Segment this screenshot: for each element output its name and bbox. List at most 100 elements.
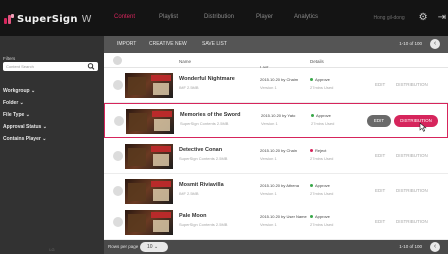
content-thumbnail[interactable] <box>125 210 173 235</box>
distribution-button[interactable]: DISTRIBUTION <box>394 115 438 127</box>
search-input[interactable]: Content Search <box>3 62 98 71</box>
content-thumbnail[interactable] <box>125 73 173 98</box>
filter-sidebar: Filters Content Search Workgroup ⌄ Folde… <box>0 36 104 254</box>
content-name[interactable]: Wonderful Nightmare <box>179 76 235 82</box>
status-detail: 27mins Used <box>310 85 334 90</box>
row-checkbox[interactable] <box>113 151 123 161</box>
column-header-name[interactable]: Name <box>179 59 191 64</box>
status-dot-icon <box>311 114 314 118</box>
version-label: Version 1 <box>260 222 277 227</box>
updated-date: 2015.10.20 by Athena <box>260 183 299 188</box>
updated-date: 2015.10.20 by User Name <box>260 214 307 219</box>
content-name[interactable]: Detective Conan <box>179 147 222 153</box>
content-meta: SuperSign Contents 2.5MB <box>179 222 228 227</box>
sidebar-item-file-type[interactable]: File Type ⌄ <box>3 112 30 118</box>
edit-button[interactable]: EDIT <box>375 219 385 224</box>
version-label: Version 1 <box>260 85 277 90</box>
content-meta: SuperSign Contents 2.5MB <box>180 121 229 126</box>
main-tabs: Content Playlist Distribution Player Ana… <box>114 14 334 20</box>
content-meta: IMF 2.5MB <box>179 85 199 90</box>
distribution-button[interactable]: DISTRIBUTION <box>396 219 428 224</box>
pagination-text: 1-10 of 100 <box>399 244 422 249</box>
brand-name: SuperSign W <box>17 13 92 25</box>
search-icon[interactable] <box>87 62 95 71</box>
pagination-text: 1-10 of 100 <box>399 41 422 46</box>
edit-button[interactable]: EDIT <box>375 82 385 87</box>
content-thumbnail[interactable] <box>125 144 173 169</box>
logo-mark-icon <box>4 14 14 24</box>
table-header: Name Last Updated ⌄ Details <box>104 53 448 75</box>
status-detail: 27mins Used <box>311 121 335 126</box>
row-checkbox[interactable] <box>113 80 123 90</box>
updated-date: 2015.10.20 by Yato <box>261 113 296 118</box>
chevron-left-icon[interactable]: ‹ <box>430 242 440 252</box>
content-name[interactable]: Mosmit Riviavilla <box>179 182 224 188</box>
content-thumbnail[interactable] <box>125 179 173 204</box>
status-detail: 27mins Used <box>310 156 334 161</box>
column-header-details: Details <box>310 59 324 64</box>
status-detail: 27mins Used <box>310 222 334 227</box>
user-name[interactable]: Hong gil-dong <box>374 15 405 21</box>
distribution-button[interactable]: DISTRIBUTION <box>396 188 428 193</box>
content-thumbnail[interactable] <box>126 109 174 134</box>
edit-button[interactable]: EDIT <box>375 188 385 193</box>
chevron-down-icon: ⌄ <box>19 100 24 106</box>
table-row[interactable]: Wonderful Nightmare IMF 2.5MB 2015.10.20… <box>104 68 448 103</box>
sidebar-item-workgroup[interactable]: Workgroup ⌄ <box>3 88 35 94</box>
chevron-down-icon: ⌄ <box>42 124 47 130</box>
status-dot-icon <box>310 149 313 153</box>
tab-playlist[interactable]: Playlist <box>159 14 204 20</box>
tab-analytics[interactable]: Analytics <box>294 14 334 20</box>
distribution-button[interactable]: DISTRIBUTION <box>396 153 428 158</box>
status-badge: Approve <box>311 113 331 118</box>
edit-button[interactable]: EDIT <box>367 115 391 127</box>
chevron-left-icon[interactable]: ‹ <box>430 39 440 49</box>
row-checkbox[interactable] <box>114 116 124 126</box>
content-meta: SuperSign Contents 2.5MB <box>179 156 228 161</box>
tab-player[interactable]: Player <box>256 14 294 20</box>
sidebar-item-contains-player[interactable]: Contains Player ⌄ <box>3 136 46 142</box>
tab-distribution[interactable]: Distribution <box>204 14 256 20</box>
row-checkbox[interactable] <box>113 217 123 227</box>
row-checkbox[interactable] <box>113 186 123 196</box>
status-detail: 27mins Used <box>310 191 334 196</box>
sidebar-item-approval-status[interactable]: Approval Status ⌄ <box>3 124 47 130</box>
status-badge: Approve <box>310 77 330 82</box>
chevron-down-icon: ⌄ <box>30 88 36 94</box>
select-all-checkbox[interactable] <box>113 56 122 65</box>
table-row-selected[interactable]: Memories of the Sword SuperSign Contents… <box>104 103 448 138</box>
rows-per-page-label: Rows per page <box>108 244 139 249</box>
distribution-button[interactable]: DISTRIBUTION <box>396 82 428 87</box>
rows-per-page-select[interactable]: 10 ⌄ <box>140 242 168 252</box>
chevron-down-icon: ⌄ <box>42 136 47 142</box>
user-controls: Hong gil-dong ⚙ ⇥ <box>374 10 448 26</box>
status-dot-icon <box>310 78 313 82</box>
brand-logo[interactable]: SuperSign W <box>4 12 92 26</box>
filters-label: Filters <box>3 56 16 61</box>
chevron-down-icon: ⌄ <box>25 112 30 118</box>
tab-content[interactable]: Content <box>114 14 159 20</box>
import-button[interactable]: IMPORT <box>117 41 136 47</box>
exit-icon[interactable]: ⇥ <box>438 13 446 23</box>
content-name[interactable]: Memories of the Sword <box>180 112 241 118</box>
content-name[interactable]: Pale Moon <box>179 213 207 219</box>
table-row[interactable]: Mosmit Riviavilla IMF 2.5MB 2015.10.20 b… <box>104 174 448 209</box>
status-dot-icon <box>310 215 313 219</box>
content-meta: IMF 2.5MB <box>179 191 199 196</box>
table-row[interactable]: Detective Conan SuperSign Contents 2.5MB… <box>104 139 448 174</box>
chevron-down-icon: ⌄ <box>153 244 159 250</box>
updated-date: 2015.10.20 by Chaim <box>260 77 299 82</box>
status-badge: Approve <box>310 214 330 219</box>
save-list-button[interactable]: SAVE LIST <box>202 41 227 47</box>
sidebar-footer: LG <box>49 247 55 252</box>
gear-icon[interactable]: ⚙ <box>419 13 428 23</box>
edit-button[interactable]: EDIT <box>375 153 385 158</box>
sidebar-item-folder[interactable]: Folder ⌄ <box>3 100 24 106</box>
version-label: Version 1 <box>260 191 277 196</box>
create-new-button[interactable]: CREATIVE NEW <box>149 41 187 47</box>
cursor-icon <box>419 122 427 132</box>
table-footer: Rows per page 10 ⌄ 1-10 of 100 ‹ <box>104 240 448 254</box>
table-row[interactable]: Pale Moon SuperSign Contents 2.5MB 2015.… <box>104 205 448 240</box>
status-dot-icon <box>310 184 313 188</box>
version-label: Version 1 <box>261 121 278 126</box>
